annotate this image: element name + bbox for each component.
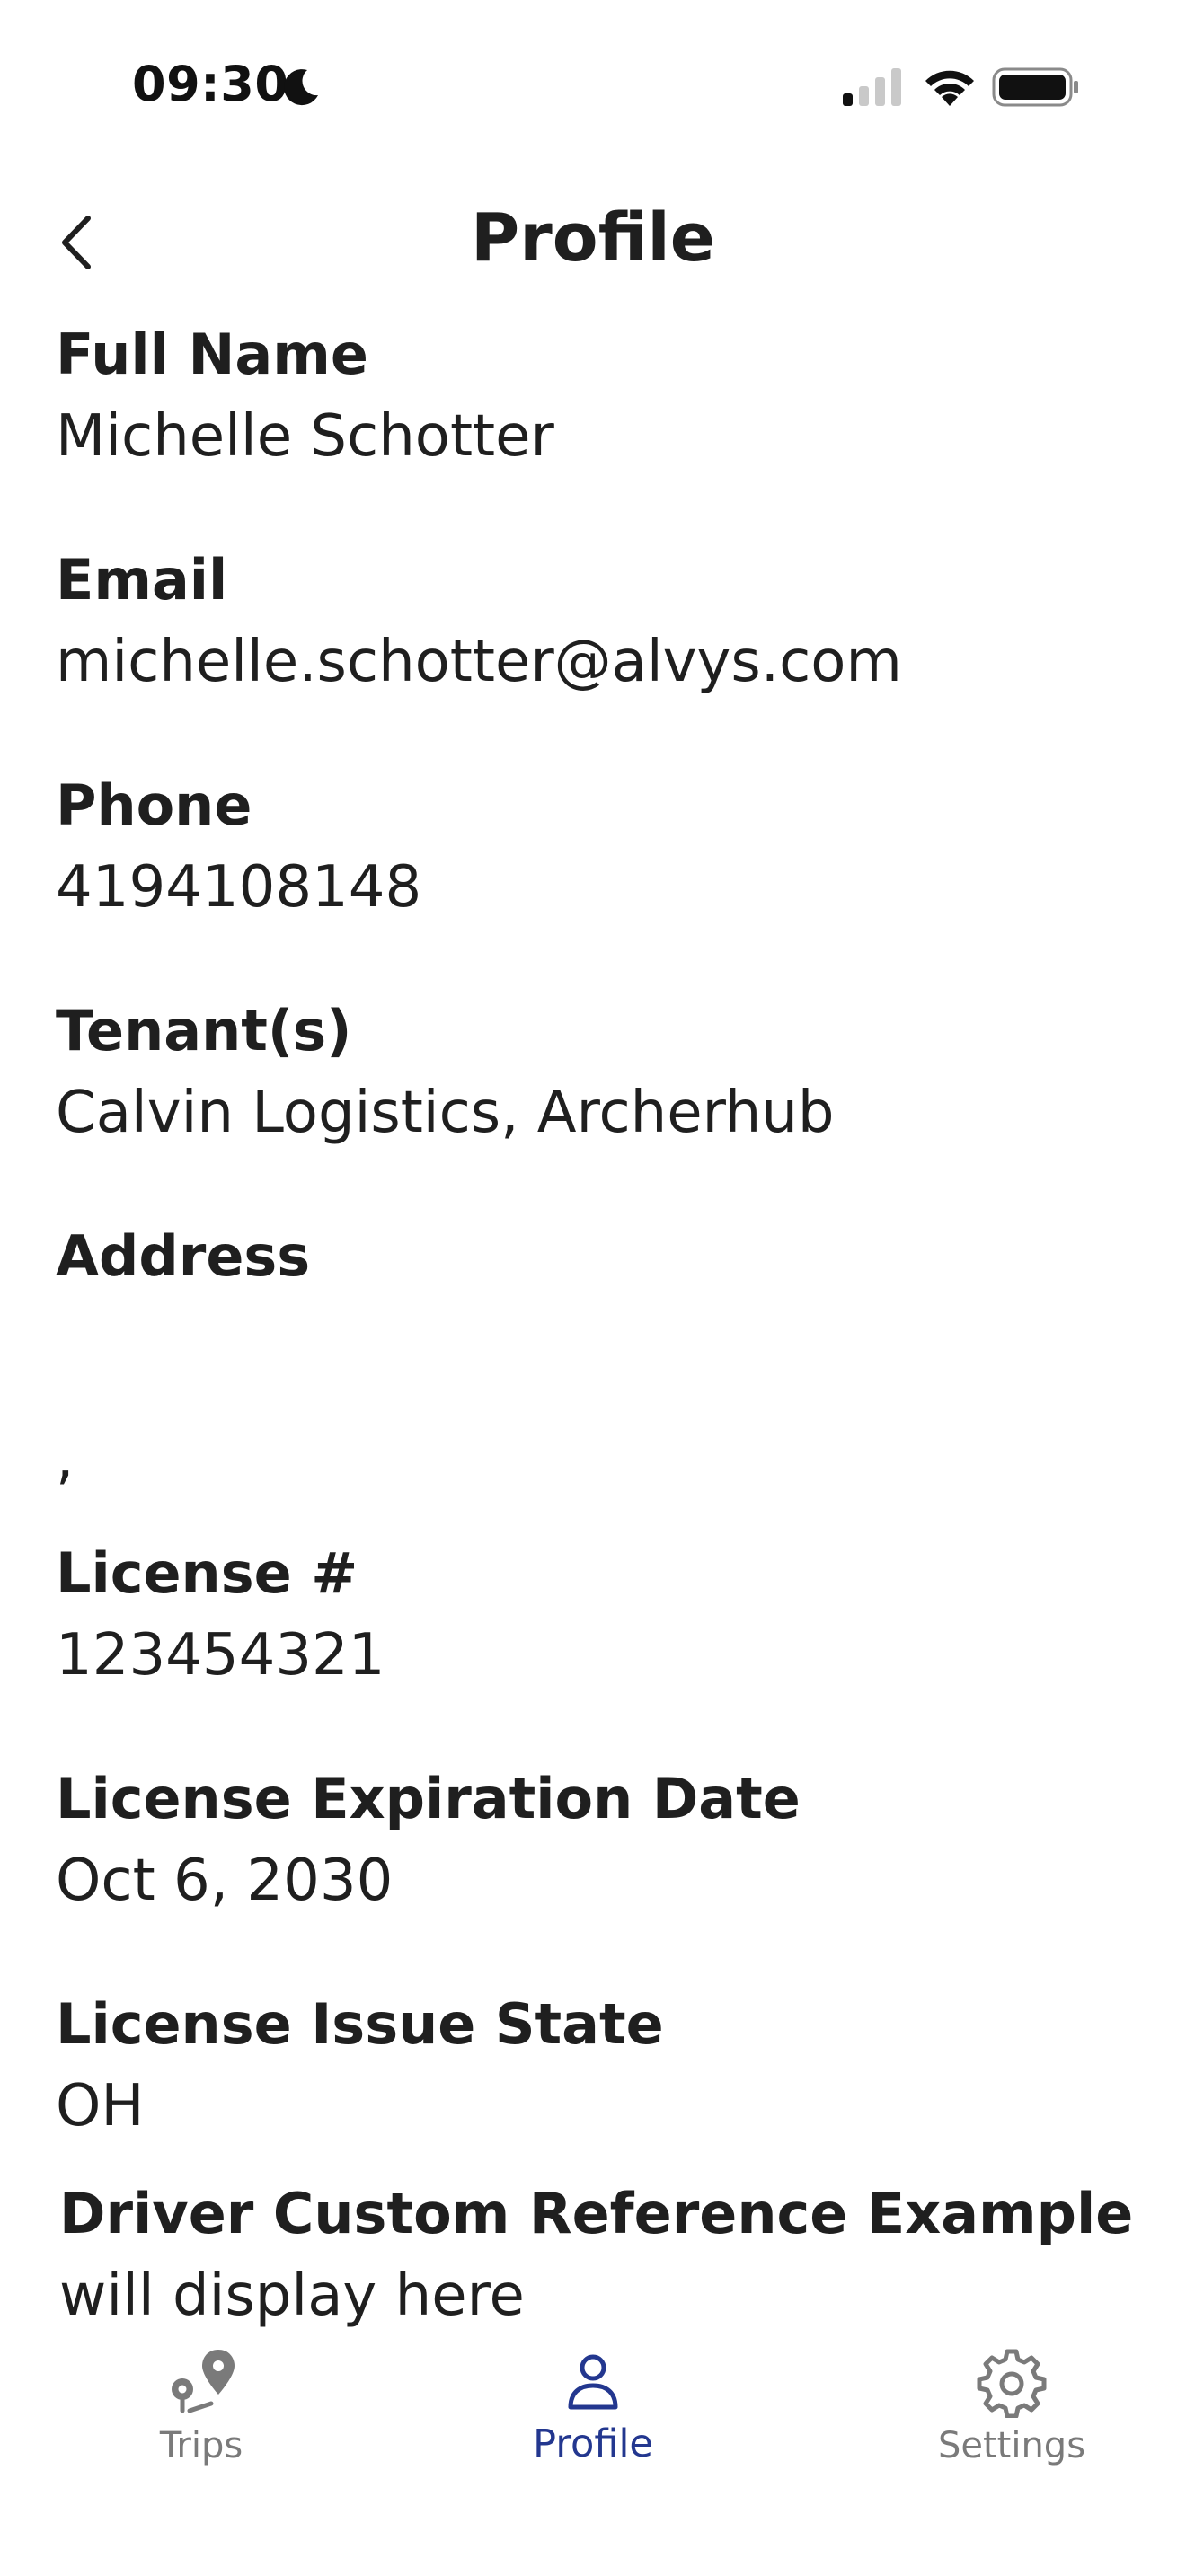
field-label: Phone (56, 772, 252, 838)
status-bar: 09:30 (0, 0, 1186, 153)
nav-item-trips[interactable]: Trips (66, 2335, 336, 2497)
field-label: License # (56, 1540, 358, 1606)
wifi-icon (925, 70, 974, 106)
nav-label: Settings (937, 2425, 1086, 2466)
field-label: Address (56, 1223, 311, 1289)
gear-icon (977, 2349, 1047, 2418)
field-value: Oct 6, 2030 (56, 1848, 394, 1914)
bottom-nav: Trips Profile Settings (0, 2335, 1186, 2515)
field-custom-reference: Driver Custom Reference Example will dis… (59, 2186, 1155, 2325)
field-value (56, 1310, 1152, 1367)
field-label: Email (56, 547, 228, 613)
field-tenants: Tenant(s) Calvin Logistics, Archerhub (56, 1003, 1152, 1142)
nav-label: Profile (533, 2422, 653, 2466)
nav-label: Trips (159, 2425, 243, 2466)
battery-icon (992, 67, 1078, 107)
moon-icon (284, 69, 318, 106)
field-label: License Issue State (56, 1991, 664, 2057)
field-label: Driver Custom Reference Example (59, 2181, 1134, 2246)
map-pin-icon (172, 2350, 235, 2413)
field-address: Address (56, 1229, 1152, 1367)
field-value: 4194108148 (56, 854, 422, 921)
field-address-line: , (56, 1405, 1152, 1487)
field-label: Tenant(s) (56, 998, 352, 1063)
field-license-number: License # 123454321 (56, 1540, 1152, 1689)
field-value: will display here (59, 2263, 525, 2329)
person-icon (568, 2354, 618, 2410)
page-title: Profile (471, 199, 715, 277)
signal-icon (843, 68, 901, 106)
field-value: OH (56, 2073, 145, 2139)
field-value: Calvin Logistics, Archerhub (56, 1080, 835, 1146)
nav-item-settings[interactable]: Settings (877, 2335, 1146, 2497)
field-value: Michelle Schotter (56, 403, 554, 470)
field-value: , (56, 1425, 75, 1492)
field-license-state: License Issue State OH (56, 1991, 1152, 2139)
field-label: Full Name (56, 322, 368, 387)
field-value: michelle.schotter@alvys.com (56, 629, 902, 695)
field-value: 123454321 (56, 1622, 385, 1689)
nav-item-profile[interactable]: Profile (458, 2335, 728, 2497)
field-label: License Expiration Date (56, 1766, 801, 1831)
profile-screen: 09:30 Profile Full Name Michelle Schotte… (0, 0, 1186, 2576)
field-email: Email michelle.schotter@alvys.com (56, 547, 1152, 695)
field-phone: Phone 4194108148 (56, 772, 1152, 921)
field-full-name: Full Name Michelle Schotter (56, 322, 1152, 470)
header: Profile (0, 180, 1186, 305)
field-license-expiration: License Expiration Date Oct 6, 2030 (56, 1771, 1152, 1910)
status-time: 09:30 (132, 56, 289, 112)
